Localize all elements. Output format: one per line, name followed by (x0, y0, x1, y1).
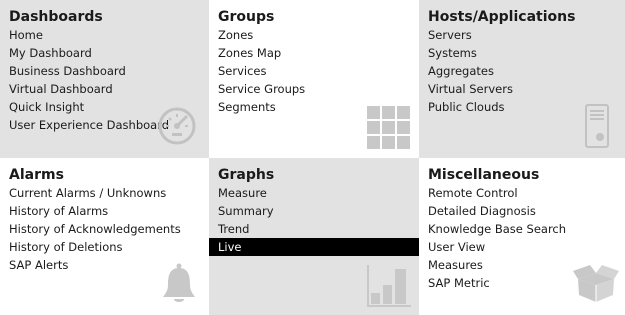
tile-dashboards: Dashboards Home My Dashboard Business Da… (0, 0, 209, 158)
menu-item-remote-control[interactable]: Remote Control (419, 184, 625, 202)
menu-hosts-applications: Servers Systems Aggregates Virtual Serve… (419, 26, 625, 116)
server-icon (585, 104, 609, 148)
menu-item-summary[interactable]: Summary (209, 202, 419, 220)
menu-item-business-dashboard[interactable]: Business Dashboard (0, 62, 209, 80)
tile-hosts-applications: Hosts/Applications Servers Systems Aggre… (419, 0, 625, 158)
menu-item-user-view[interactable]: User View (419, 238, 625, 256)
menu-alarms: Current Alarms / Unknowns History of Ala… (0, 184, 209, 274)
menu-item-history-of-acknowledgements[interactable]: History of Acknowledgements (0, 220, 209, 238)
tile-title-hosts-applications: Hosts/Applications (428, 9, 576, 25)
menu-item-servers[interactable]: Servers (419, 26, 625, 44)
menu-item-current-alarms[interactable]: Current Alarms / Unknowns (0, 184, 209, 202)
menu-item-virtual-dashboard[interactable]: Virtual Dashboard (0, 80, 209, 98)
tile-title-miscellaneous: Miscellaneous (428, 167, 540, 183)
menu-item-live[interactable]: Live (209, 238, 419, 256)
menu-item-history-of-deletions[interactable]: History of Deletions (0, 238, 209, 256)
tile-title-graphs: Graphs (218, 167, 275, 183)
tile-alarms: Alarms Current Alarms / Unknowns History… (0, 158, 209, 315)
tile-title-dashboards: Dashboards (9, 9, 103, 25)
menu-item-zones[interactable]: Zones (209, 26, 419, 44)
menu-item-history-of-alarms[interactable]: History of Alarms (0, 202, 209, 220)
menu-item-aggregates[interactable]: Aggregates (419, 62, 625, 80)
box-icon (573, 265, 619, 303)
tile-title-alarms: Alarms (9, 167, 64, 183)
menu-item-my-dashboard[interactable]: My Dashboard (0, 44, 209, 62)
menu-item-virtual-servers[interactable]: Virtual Servers (419, 80, 625, 98)
menu-item-services[interactable]: Services (209, 62, 419, 80)
grid-icon (367, 106, 411, 150)
menu-item-systems[interactable]: Systems (419, 44, 625, 62)
menu-item-detailed-diagnosis[interactable]: Detailed Diagnosis (419, 202, 625, 220)
bell-icon (161, 263, 197, 305)
menu-graphs: Measure Summary Trend Live (209, 184, 419, 256)
gauge-icon (157, 106, 197, 146)
menu-item-service-groups[interactable]: Service Groups (209, 80, 419, 98)
navigation-grid: Dashboards Home My Dashboard Business Da… (0, 0, 625, 315)
menu-item-trend[interactable]: Trend (209, 220, 419, 238)
menu-item-zones-map[interactable]: Zones Map (209, 44, 419, 62)
tile-groups: Groups Zones Zones Map Services Service … (209, 0, 419, 158)
tile-title-groups: Groups (218, 9, 275, 25)
menu-item-measure[interactable]: Measure (209, 184, 419, 202)
bar-chart-icon (367, 265, 411, 307)
menu-item-knowledge-base-search[interactable]: Knowledge Base Search (419, 220, 625, 238)
tile-graphs: Graphs Measure Summary Trend Live (209, 158, 419, 315)
menu-groups: Zones Zones Map Services Service Groups … (209, 26, 419, 116)
tile-miscellaneous: Miscellaneous Remote Control Detailed Di… (419, 158, 625, 315)
menu-item-home[interactable]: Home (0, 26, 209, 44)
